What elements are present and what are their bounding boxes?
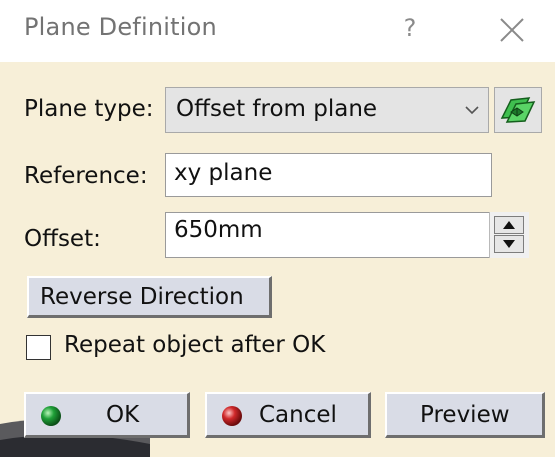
plane-type-icon-button[interactable]	[494, 87, 542, 133]
preview-label: Preview	[420, 402, 510, 428]
ok-label: OK	[106, 402, 140, 428]
title-bar: Plane Definition ?	[0, 0, 555, 62]
preview-button[interactable]: Preview	[385, 392, 545, 438]
repeat-object-checkbox[interactable]	[26, 335, 51, 360]
cancel-label: Cancel	[259, 402, 337, 428]
reverse-direction-button[interactable]: Reverse Direction	[27, 276, 272, 318]
close-button[interactable]	[498, 16, 526, 44]
triangle-down-icon	[503, 240, 515, 248]
reverse-direction-label: Reverse Direction	[40, 284, 244, 310]
offset-field[interactable]: 650mm	[165, 212, 529, 258]
chevron-down-icon	[465, 106, 479, 115]
repeat-object-label: Repeat object after OK	[64, 332, 326, 358]
close-icon	[500, 18, 524, 42]
spin-down-button[interactable]	[494, 235, 524, 253]
red-light-icon	[222, 406, 242, 426]
help-button[interactable]: ?	[398, 11, 422, 45]
plane-definition-dialog: Plane Definition ? Plane type: Offset fr…	[0, 0, 555, 457]
plane-type-value: Offset from plane	[176, 96, 378, 122]
reference-value: xy plane	[174, 160, 273, 186]
plane-type-label: Plane type:	[24, 96, 154, 122]
ok-button[interactable]: OK	[24, 392, 190, 438]
triangle-up-icon	[503, 221, 515, 229]
spin-up-button[interactable]	[494, 216, 524, 234]
reference-field[interactable]: xy plane	[165, 153, 492, 197]
plane-type-dropdown[interactable]: Offset from plane	[165, 87, 489, 133]
reference-label: Reference:	[24, 163, 148, 189]
offset-label: Offset:	[24, 226, 101, 252]
plane-icon	[500, 97, 536, 123]
offset-spinner[interactable]	[489, 212, 529, 258]
dialog-title: Plane Definition	[24, 13, 217, 41]
green-light-icon	[41, 406, 61, 426]
offset-value: 650mm	[174, 217, 263, 243]
cancel-button[interactable]: Cancel	[205, 392, 371, 438]
